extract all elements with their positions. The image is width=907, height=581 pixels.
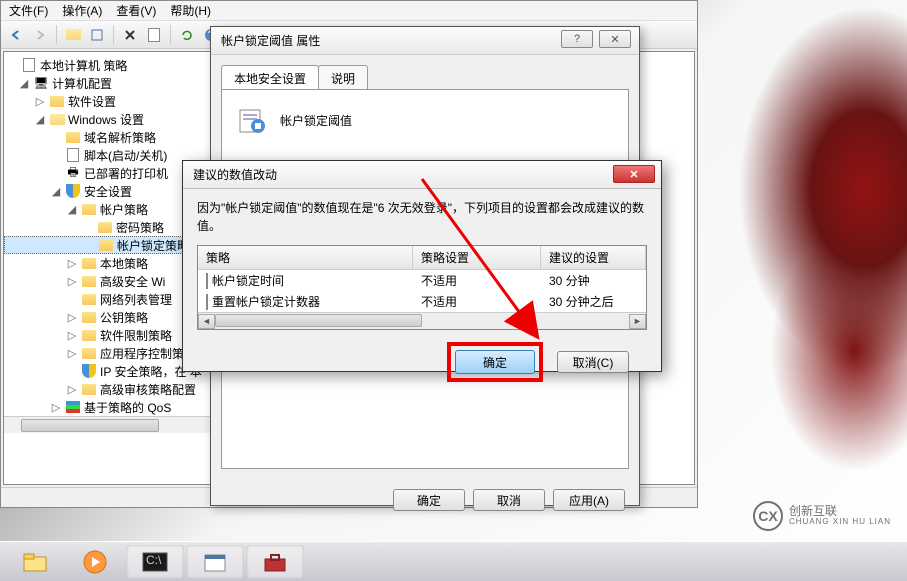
policy-icon: [236, 104, 268, 136]
dialog-message: 因为"帐户锁定阈值"的数值现在是"6 次无效登录"，下列项目的设置都会改成建议的…: [197, 199, 647, 235]
watermark: CX 创新互联 CHUANG XIN HU LIAN: [753, 501, 891, 531]
folder-icon: [49, 93, 65, 109]
menu-view[interactable]: 查看(V): [116, 2, 156, 19]
close-button[interactable]: ✕: [613, 165, 655, 183]
taskbar-media-player[interactable]: [66, 545, 124, 579]
nav-back-button[interactable]: [5, 24, 27, 46]
watermark-logo-icon: CX: [753, 501, 783, 531]
table-row[interactable]: 帐户锁定时间 不适用 30 分钟: [198, 270, 646, 291]
tree-dns-policy[interactable]: 域名解析策略: [4, 128, 217, 146]
svg-text:C:\: C:\: [146, 553, 162, 567]
properties-button[interactable]: [86, 24, 108, 46]
cancel-button[interactable]: 取消: [473, 489, 545, 511]
dialog-titlebar[interactable]: 帐户锁定阈值 属性 ? ✕: [211, 27, 639, 55]
taskbar-cmd[interactable]: C:\: [126, 545, 184, 579]
policy-icon: [206, 295, 208, 309]
folder-icon: [81, 201, 97, 217]
tree-windows-settings[interactable]: ◢Windows 设置: [4, 110, 217, 128]
folder-icon: [81, 309, 97, 325]
script-icon: [65, 147, 81, 163]
delete-button[interactable]: [119, 24, 141, 46]
doc-icon: [21, 57, 37, 73]
folder-icon: [98, 237, 114, 253]
taskbar-gpedit[interactable]: [186, 545, 244, 579]
folder-icon: [81, 345, 97, 361]
property-label: 帐户锁定阈值: [280, 112, 352, 129]
folder-icon: [81, 327, 97, 343]
folder-icon: [97, 219, 113, 235]
cancel-button[interactable]: 取消(C): [557, 351, 629, 373]
col-policy[interactable]: 策略: [198, 246, 413, 269]
up-button[interactable]: [62, 24, 84, 46]
tree-qos[interactable]: ▷基于策略的 QoS: [4, 398, 217, 416]
close-button[interactable]: ✕: [599, 30, 631, 48]
shield-icon: [65, 183, 81, 199]
tree-software-settings[interactable]: ▷软件设置: [4, 92, 217, 110]
tree-hscroll[interactable]: [4, 416, 217, 433]
dialog-title: 建议的数值改动: [193, 166, 277, 183]
tab-description[interactable]: 说明: [318, 65, 368, 89]
tab-local-security[interactable]: 本地安全设置: [221, 65, 319, 89]
taskbar-toolbox[interactable]: [246, 545, 304, 579]
tree-root[interactable]: 本地计算机 策略: [4, 56, 217, 74]
col-setting[interactable]: 策略设置: [413, 246, 541, 269]
suggested-changes-dialog: 建议的数值改动 ✕ 因为"帐户锁定阈值"的数值现在是"6 次无效登录"，下列项目…: [182, 160, 662, 372]
apply-button[interactable]: 应用(A): [553, 489, 625, 511]
taskbar-explorer[interactable]: [6, 545, 64, 579]
dialog-title: 帐户锁定阈值 属性: [221, 32, 320, 49]
table-row[interactable]: 重置帐户锁定计数器 不适用 30 分钟之后: [198, 291, 646, 312]
col-suggested[interactable]: 建议的设置: [541, 246, 646, 269]
shield-icon: [81, 363, 97, 379]
ok-button[interactable]: 确定: [393, 489, 465, 511]
export-button[interactable]: [143, 24, 165, 46]
computer-icon: 🖥: [33, 75, 49, 91]
help-button[interactable]: ?: [561, 30, 593, 48]
printer-icon: 🖶: [65, 165, 81, 181]
menubar: 文件(F) 操作(A) 查看(V) 帮助(H): [1, 1, 697, 21]
chart-icon: [65, 399, 81, 415]
menu-action[interactable]: 操作(A): [62, 2, 102, 19]
folder-icon: [81, 291, 97, 307]
table-hscroll[interactable]: ◄►: [198, 312, 646, 329]
highlight-annotation: 确定: [447, 342, 543, 382]
taskbar[interactable]: C:\: [0, 541, 907, 581]
folder-open-icon: [49, 111, 65, 127]
policy-icon: [206, 274, 208, 288]
folder-icon: [65, 129, 81, 145]
changes-table: 策略 策略设置 建议的设置 帐户锁定时间 不适用 30 分钟 重置帐户锁定计数器…: [197, 245, 647, 330]
nav-forward-button[interactable]: [29, 24, 51, 46]
folder-icon: [81, 273, 97, 289]
folder-icon: [81, 255, 97, 271]
watermark-text-en: CHUANG XIN HU LIAN: [789, 518, 891, 527]
menu-file[interactable]: 文件(F): [9, 2, 48, 19]
menu-help[interactable]: 帮助(H): [170, 2, 211, 19]
folder-icon: [81, 381, 97, 397]
ok-button[interactable]: 确定: [455, 350, 535, 374]
refresh-button[interactable]: [176, 24, 198, 46]
dialog-titlebar[interactable]: 建议的数值改动 ✕: [183, 161, 661, 189]
tree-computer-config[interactable]: ◢🖥计算机配置: [4, 74, 217, 92]
